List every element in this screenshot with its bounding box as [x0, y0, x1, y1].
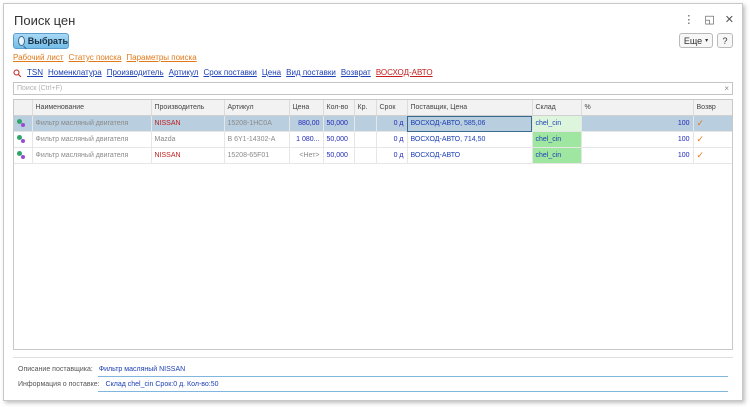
- filter-icon[interactable]: [13, 69, 22, 77]
- chevron-down-icon: ▾: [705, 38, 709, 44]
- help-button[interactable]: ?: [717, 33, 733, 48]
- search-prices-window: Поиск цен ⋮ ◱ ✕ Выбрать Еще ▾ ? Рабочий …: [3, 3, 743, 401]
- filter-term[interactable]: Срок поставки: [203, 68, 256, 77]
- cell-price: <Нет>: [289, 147, 324, 164]
- link-search-status[interactable]: Статус поиска: [69, 53, 122, 62]
- table-header-row: Наименование Производитель Артикул Цена …: [14, 100, 732, 116]
- link-worksheet[interactable]: Рабочий лист: [13, 53, 64, 62]
- search-placeholder: Поиск (Ctrl+F): [17, 85, 63, 92]
- col-percent[interactable]: %: [581, 100, 694, 116]
- cell-maker: NISSAN: [151, 147, 225, 164]
- col-warehouse[interactable]: Склад: [532, 100, 582, 116]
- filter-supplier-active[interactable]: ВОСХОД-АВТО: [376, 68, 433, 77]
- cell-warehouse: chel_cin: [532, 131, 582, 148]
- filter-maker[interactable]: Производитель: [107, 68, 164, 77]
- table-row[interactable]: Фильтр масляный двигателя NISSAN 15208-1…: [14, 115, 732, 132]
- cell-qty: 50,000: [323, 115, 355, 132]
- col-price[interactable]: Цена: [289, 100, 324, 116]
- clear-search-icon[interactable]: ×: [724, 83, 729, 94]
- link-search-params[interactable]: Параметры поиска: [126, 53, 196, 62]
- col-maker[interactable]: Производитель: [151, 100, 225, 116]
- more-button-label: Еще: [683, 35, 703, 46]
- table-row[interactable]: Фильтр масляный двигателя NISSAN 15208-6…: [14, 147, 732, 164]
- col-return[interactable]: Возвр: [693, 100, 732, 116]
- cell-supplier: ВОСХОД-АВТО, 714,50: [407, 131, 533, 148]
- col-term[interactable]: Срок: [376, 100, 408, 116]
- cell-term: 0 д: [376, 115, 408, 132]
- cell-article: B 6Y1-14302-A: [224, 131, 290, 148]
- col-supplier[interactable]: Поставщик, Цена: [407, 100, 533, 116]
- cell-kr: [354, 115, 377, 132]
- results-table: Наименование Производитель Артикул Цена …: [13, 99, 733, 350]
- filter-delivery-type[interactable]: Вид поставки: [286, 68, 336, 77]
- select-button-label: Выбрать: [27, 36, 68, 46]
- cell-maker: Mazda: [151, 131, 225, 148]
- cell-percent: 100: [581, 115, 694, 132]
- check-icon: ✓: [693, 115, 732, 132]
- cell-term: 0 д: [376, 131, 408, 148]
- restore-icon[interactable]: ◱: [704, 13, 714, 26]
- delivery-info: Информация о поставке: Склад chel_cin Ср…: [18, 381, 728, 392]
- filter-tsn[interactable]: TSN: [27, 68, 43, 77]
- filter-bar: TSN Номенклатура Производитель Артикул С…: [13, 68, 433, 77]
- supplier-desc-value: Фильтр масляный NISSAN: [98, 366, 186, 373]
- cell-article: 15208-1HC0A: [224, 115, 290, 132]
- magnifier-icon: [18, 36, 25, 46]
- window-controls: ⋮ ◱ ✕: [683, 13, 734, 26]
- filter-nomenclature[interactable]: Номенклатура: [48, 68, 102, 77]
- menu-icon[interactable]: ⋮: [683, 13, 694, 26]
- cell-warehouse: chel_cin: [532, 115, 582, 132]
- filter-article[interactable]: Артикул: [169, 68, 199, 77]
- check-icon: ✓: [693, 131, 732, 148]
- filter-return[interactable]: Возврат: [341, 68, 371, 77]
- cell-name: Фильтр масляный двигателя: [32, 131, 152, 148]
- cell-percent: 100: [581, 147, 694, 164]
- row-status-icon: [14, 147, 33, 164]
- search-input[interactable]: Поиск (Ctrl+F) ×: [13, 82, 733, 95]
- supplier-desc-label: Описание поставщика:: [18, 366, 93, 373]
- col-kr[interactable]: Кр.: [354, 100, 377, 116]
- col-status[interactable]: [14, 100, 33, 116]
- col-qty[interactable]: Кол-во: [323, 100, 355, 116]
- cell-price: 880,00: [289, 115, 324, 132]
- cell-qty: 50,000: [323, 147, 355, 164]
- more-button[interactable]: Еще ▾: [679, 33, 713, 48]
- cell-supplier: ВОСХОД-АВТО, 585,06: [407, 115, 533, 132]
- cell-kr: [354, 131, 377, 148]
- close-icon[interactable]: ✕: [725, 13, 734, 26]
- supplier-description: Описание поставщика: Фильтр масляный NIS…: [18, 366, 728, 377]
- cell-maker: NISSAN: [151, 115, 225, 132]
- nav-links: Рабочий лист Статус поиска Параметры пои…: [13, 53, 197, 62]
- check-icon: ✓: [693, 147, 732, 164]
- delivery-info-value: Склад chel_cin Срок:0 д. Кол-во:50: [105, 381, 219, 388]
- cell-article: 15208-65F01: [224, 147, 290, 164]
- row-status-icon: [14, 131, 33, 148]
- cell-supplier: ВОСХОД-АВТО: [407, 147, 533, 164]
- cell-warehouse: chel_cin: [532, 147, 582, 164]
- cell-qty: 50,000: [323, 131, 355, 148]
- cell-price: 1 080...: [289, 131, 324, 148]
- cell-percent: 100: [581, 131, 694, 148]
- cell-name: Фильтр масляный двигателя: [32, 115, 152, 132]
- col-name[interactable]: Наименование: [32, 100, 152, 116]
- filter-price[interactable]: Цена: [262, 68, 281, 77]
- divider: [13, 357, 733, 358]
- cell-name: Фильтр масляный двигателя: [32, 147, 152, 164]
- select-button[interactable]: Выбрать: [13, 33, 69, 49]
- cell-term: 0 д: [376, 147, 408, 164]
- cell-kr: [354, 147, 377, 164]
- delivery-info-label: Информация о поставке:: [18, 381, 100, 388]
- window-title: Поиск цен: [14, 13, 76, 28]
- col-article[interactable]: Артикул: [224, 100, 290, 116]
- table-row[interactable]: Фильтр масляный двигателя Mazda B 6Y1-14…: [14, 131, 732, 148]
- row-status-icon: [14, 115, 33, 132]
